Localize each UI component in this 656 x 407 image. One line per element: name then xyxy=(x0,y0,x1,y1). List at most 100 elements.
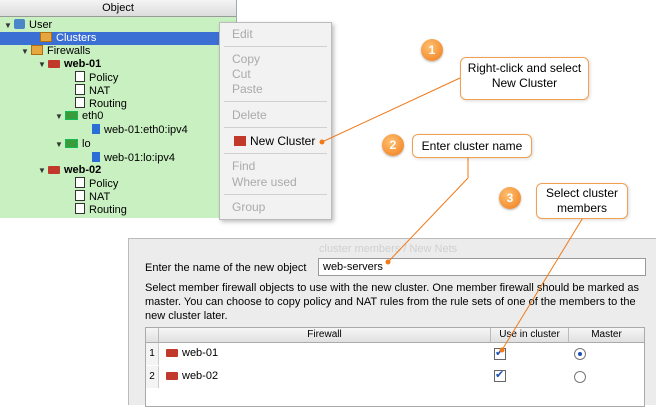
tree-item-clusters[interactable]: Clusters xyxy=(0,32,236,45)
tree-item-label: Policy xyxy=(89,178,119,190)
menu-item-label: New Cluster xyxy=(250,134,316,148)
ip-address-icon xyxy=(92,124,100,134)
expand-triangle-icon[interactable]: ▼ xyxy=(38,164,48,177)
menu-item-cut[interactable]: Cut xyxy=(232,66,251,82)
library-icon xyxy=(14,19,25,29)
firewall-icon xyxy=(166,372,178,380)
use-in-cluster-checkbox[interactable] xyxy=(494,368,506,382)
routing-icon xyxy=(75,97,85,108)
table-row[interactable]: web-02 xyxy=(166,370,218,382)
callout-1-line-1: Right-click and select xyxy=(467,61,582,75)
tree-item-web-02[interactable]: ▼ web-02 xyxy=(38,164,101,177)
interface-icon xyxy=(65,111,78,120)
row-number: 2 xyxy=(146,366,159,388)
cluster-icon xyxy=(234,136,246,146)
column-header-master[interactable]: Master xyxy=(569,328,644,343)
firewall-icon xyxy=(48,166,60,174)
context-menu: Edit Copy Cut Paste Delete New Cluster F… xyxy=(219,22,332,220)
menu-separator xyxy=(224,194,327,195)
nat-icon xyxy=(75,84,85,95)
folder-icon xyxy=(40,32,52,42)
expand-triangle-icon[interactable]: ▼ xyxy=(4,19,14,32)
tree-item-label: Clusters xyxy=(56,32,97,44)
new-cluster-dialog: cluster members / New Nets Enter the nam… xyxy=(128,238,656,407)
master-radio[interactable] xyxy=(574,371,586,383)
column-header-use-in-cluster[interactable]: Use in cluster xyxy=(491,328,569,343)
cluster-name-input[interactable]: web-servers xyxy=(318,258,646,276)
dialog-description: Select member firewall objects to use wi… xyxy=(145,282,639,322)
tree-item-label: web-01 xyxy=(64,58,102,70)
tree-item-eth0[interactable]: ▼ eth0 xyxy=(55,110,103,123)
menu-item-copy[interactable]: Copy xyxy=(232,51,260,67)
tree-item-user[interactable]: ▼ User xyxy=(4,19,52,32)
tree-item-label: Routing xyxy=(89,98,127,110)
menu-item-group[interactable]: Group xyxy=(232,199,265,215)
interface-icon xyxy=(65,139,78,148)
tree-item-label: NAT xyxy=(89,191,111,203)
tree-item-label: eth0 xyxy=(82,110,104,122)
firewall-name: web-01 xyxy=(182,347,219,359)
table-row[interactable]: web-01 xyxy=(166,347,218,359)
step-badge-2: 2 xyxy=(382,134,404,156)
ip-address-icon xyxy=(92,152,100,162)
menu-separator xyxy=(224,127,327,128)
expand-triangle-icon[interactable]: ▼ xyxy=(55,110,65,123)
tree-item-routing[interactable]: Routing xyxy=(75,203,127,216)
expand-triangle-icon[interactable]: ▼ xyxy=(55,138,65,151)
tree-item-lo[interactable]: ▼ lo xyxy=(55,138,91,151)
tree-item-web-01[interactable]: ▼ web-01 xyxy=(38,58,101,71)
tree-item-label: lo xyxy=(82,138,91,150)
tree-item-label: Policy xyxy=(89,72,119,84)
callout-3-line-1: Select cluster xyxy=(545,186,619,200)
tree-item-label: Routing xyxy=(89,204,127,216)
firewall-icon xyxy=(166,349,178,357)
tree-item-label: web-02 xyxy=(64,164,102,176)
tree-item-label: web-01:eth0:ipv4 xyxy=(104,124,188,136)
callout-3-line-2: members xyxy=(556,201,607,215)
tree-item-label: Firewalls xyxy=(47,45,91,57)
callout-3: Select cluster members xyxy=(536,183,628,219)
menu-item-find[interactable]: Find xyxy=(232,158,255,174)
callout-line-1 xyxy=(321,77,461,143)
tree-item-nat[interactable]: NAT xyxy=(75,84,110,97)
tree-item-policy[interactable]: Policy xyxy=(75,71,118,84)
policy-icon xyxy=(75,71,85,82)
tree-item-nat[interactable]: NAT xyxy=(75,190,110,203)
menu-item-delete[interactable]: Delete xyxy=(232,107,267,123)
tree-item-web-01-lo-ipv4[interactable]: web-01:lo:ipv4 xyxy=(92,152,175,165)
master-radio[interactable] xyxy=(574,348,586,360)
row-number: 1 xyxy=(146,343,159,365)
nat-icon xyxy=(75,190,85,201)
menu-item-edit[interactable]: Edit xyxy=(232,26,253,42)
callout-1: Right-click and select New Cluster xyxy=(460,57,589,100)
firewall-icon xyxy=(48,60,60,68)
menu-item-paste[interactable]: Paste xyxy=(232,81,263,97)
tree-item-routing[interactable]: Routing xyxy=(75,97,127,110)
tree-item-label: NAT xyxy=(89,85,111,97)
routing-icon xyxy=(75,203,85,214)
menu-separator xyxy=(224,153,327,154)
table-corner xyxy=(146,328,159,343)
callout-2: Enter cluster name xyxy=(412,134,532,158)
tree-item-policy[interactable]: Policy xyxy=(75,177,118,190)
tree-item-label: User xyxy=(29,19,53,31)
policy-icon xyxy=(75,177,85,188)
menu-item-where-used[interactable]: Where used xyxy=(232,174,297,190)
menu-item-new-cluster[interactable]: New Cluster xyxy=(234,133,315,149)
column-header-firewall[interactable]: Firewall xyxy=(159,328,491,343)
folder-icon xyxy=(31,45,43,55)
menu-separator xyxy=(224,46,327,47)
tree-item-firewalls[interactable]: ▼ Firewalls xyxy=(21,45,90,58)
member-table: Firewall Use in cluster Master 1 web-01 … xyxy=(145,327,645,407)
dialog-title: cluster members / New Nets xyxy=(319,243,458,255)
tree-header: Object xyxy=(0,0,236,17)
step-badge-1: 1 xyxy=(421,39,443,61)
object-tree: Object ▼ User Clusters ▼ Firewalls ▼ web-01… xyxy=(0,0,237,218)
expand-triangle-icon[interactable]: ▼ xyxy=(21,45,31,58)
tree-item-web-01-eth0-ipv4[interactable]: web-01:eth0:ipv4 xyxy=(92,124,188,137)
expand-triangle-icon[interactable]: ▼ xyxy=(38,58,48,71)
use-in-cluster-checkbox[interactable] xyxy=(494,346,506,360)
name-label: Enter the name of the new object xyxy=(145,262,307,274)
firewall-name: web-02 xyxy=(182,370,219,382)
step-badge-3: 3 xyxy=(499,187,521,209)
